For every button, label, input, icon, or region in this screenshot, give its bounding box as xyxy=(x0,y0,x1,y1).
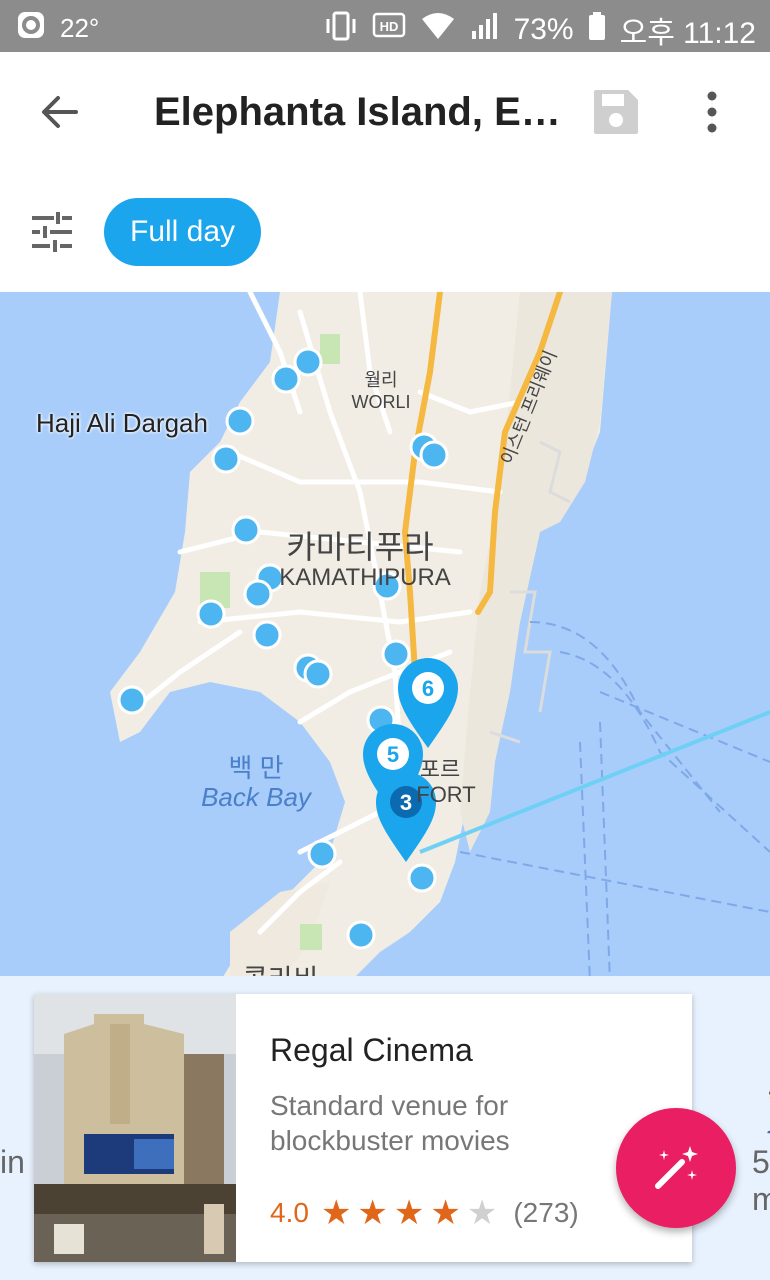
status-bar: 22° HD 73% 오후 11:12 xyxy=(0,0,770,52)
place-dot xyxy=(271,364,301,394)
filter-button[interactable] xyxy=(28,210,76,254)
svg-text:HD: HD xyxy=(379,19,398,34)
place-dot xyxy=(303,659,333,689)
place-card[interactable]: Regal Cinema Standard venue for blockbus… xyxy=(34,994,692,1262)
back-button[interactable] xyxy=(30,82,90,142)
map-label-worli: WORLI xyxy=(351,392,411,412)
place-dot xyxy=(307,839,337,869)
place-dot xyxy=(293,347,323,377)
star-icon: ★ xyxy=(320,1194,352,1232)
place-description: Standard venue for blockbuster movies xyxy=(270,1090,510,1156)
signal-icon xyxy=(470,11,500,49)
map-label-back-bay: Back Bay xyxy=(201,782,311,812)
more-vert-icon xyxy=(707,91,717,133)
place-photo xyxy=(34,994,236,1262)
place-dot xyxy=(381,639,411,669)
page-title: Elephanta Island, E… xyxy=(154,90,561,134)
app-bar: Elephanta Island, E… xyxy=(0,52,770,172)
map-label-back-bay-ko: 백 만 xyxy=(228,753,284,783)
hd-icon: HD xyxy=(372,12,406,48)
place-dot xyxy=(211,444,241,474)
filter-bar: Full day xyxy=(0,172,770,293)
star-icon: ★ xyxy=(357,1194,388,1232)
peek-card-left-text: in xyxy=(0,1144,25,1180)
full-day-chip[interactable]: Full day xyxy=(104,198,262,266)
marker-number-6: 6 xyxy=(421,676,435,701)
park-2 xyxy=(300,924,322,950)
map-label-kamathipura: KAMATHIPURA xyxy=(279,564,451,591)
place-dot xyxy=(117,685,147,715)
star-empty-icon: ★ xyxy=(466,1194,498,1232)
map-label-haji-ali: Haji Ali Dargah xyxy=(36,408,208,438)
magic-wand-icon xyxy=(655,1146,698,1189)
tune-icon xyxy=(32,212,72,252)
place-dot xyxy=(346,920,376,950)
place-card-carousel[interactable]: 🚶 in 5 m Regal Cinema Standard venue for… xyxy=(0,976,770,1280)
map[interactable]: 6 5 3 월리 WORLI Haji Ali Dargah 카마티푸라 KAM… xyxy=(0,292,770,982)
battery-icon xyxy=(588,11,606,49)
review-count: (273) xyxy=(513,1197,579,1228)
more-options-button[interactable] xyxy=(690,82,734,142)
peek-card-right-text: 5 m xyxy=(752,1144,770,1217)
map-label-kamathipura-ko: 카마티푸라 xyxy=(286,529,434,565)
back-arrow-icon xyxy=(42,96,78,128)
marker-number-5: 5 xyxy=(386,742,400,767)
rating-score: 4.0 xyxy=(270,1197,309,1228)
vibrate-icon xyxy=(324,11,358,49)
magic-wand-button[interactable] xyxy=(616,1108,736,1228)
place-dot xyxy=(196,599,226,629)
place-dot xyxy=(252,620,282,650)
place-dot xyxy=(225,406,255,436)
wifi-icon xyxy=(420,11,456,49)
save-icon xyxy=(594,90,638,134)
park-3 xyxy=(320,334,340,364)
weather-app-icon xyxy=(16,10,46,47)
place-dot xyxy=(407,863,437,893)
walking-icon: 🚶 xyxy=(752,1088,770,1135)
clock: 오후 11:12 xyxy=(619,17,756,50)
map-label-worli-ko: 월리 xyxy=(364,370,398,390)
save-button[interactable] xyxy=(590,86,642,138)
map-label-fort: FORT xyxy=(416,782,476,807)
star-icon: ★ xyxy=(393,1194,425,1232)
place-dot xyxy=(419,440,449,470)
marker-number-3: 3 xyxy=(399,790,413,815)
map-label-fort-ko: 포르 xyxy=(419,757,461,782)
place-rating: 4.0 ★ ★ ★ ★ ★ (273) xyxy=(270,1196,579,1230)
battery-percent: 73% xyxy=(513,13,574,46)
star-icon: ★ xyxy=(430,1194,461,1232)
temperature: 22° xyxy=(60,13,100,43)
place-dot xyxy=(231,515,261,545)
place-title: Regal Cinema xyxy=(270,1032,473,1068)
place-dot xyxy=(243,579,273,609)
